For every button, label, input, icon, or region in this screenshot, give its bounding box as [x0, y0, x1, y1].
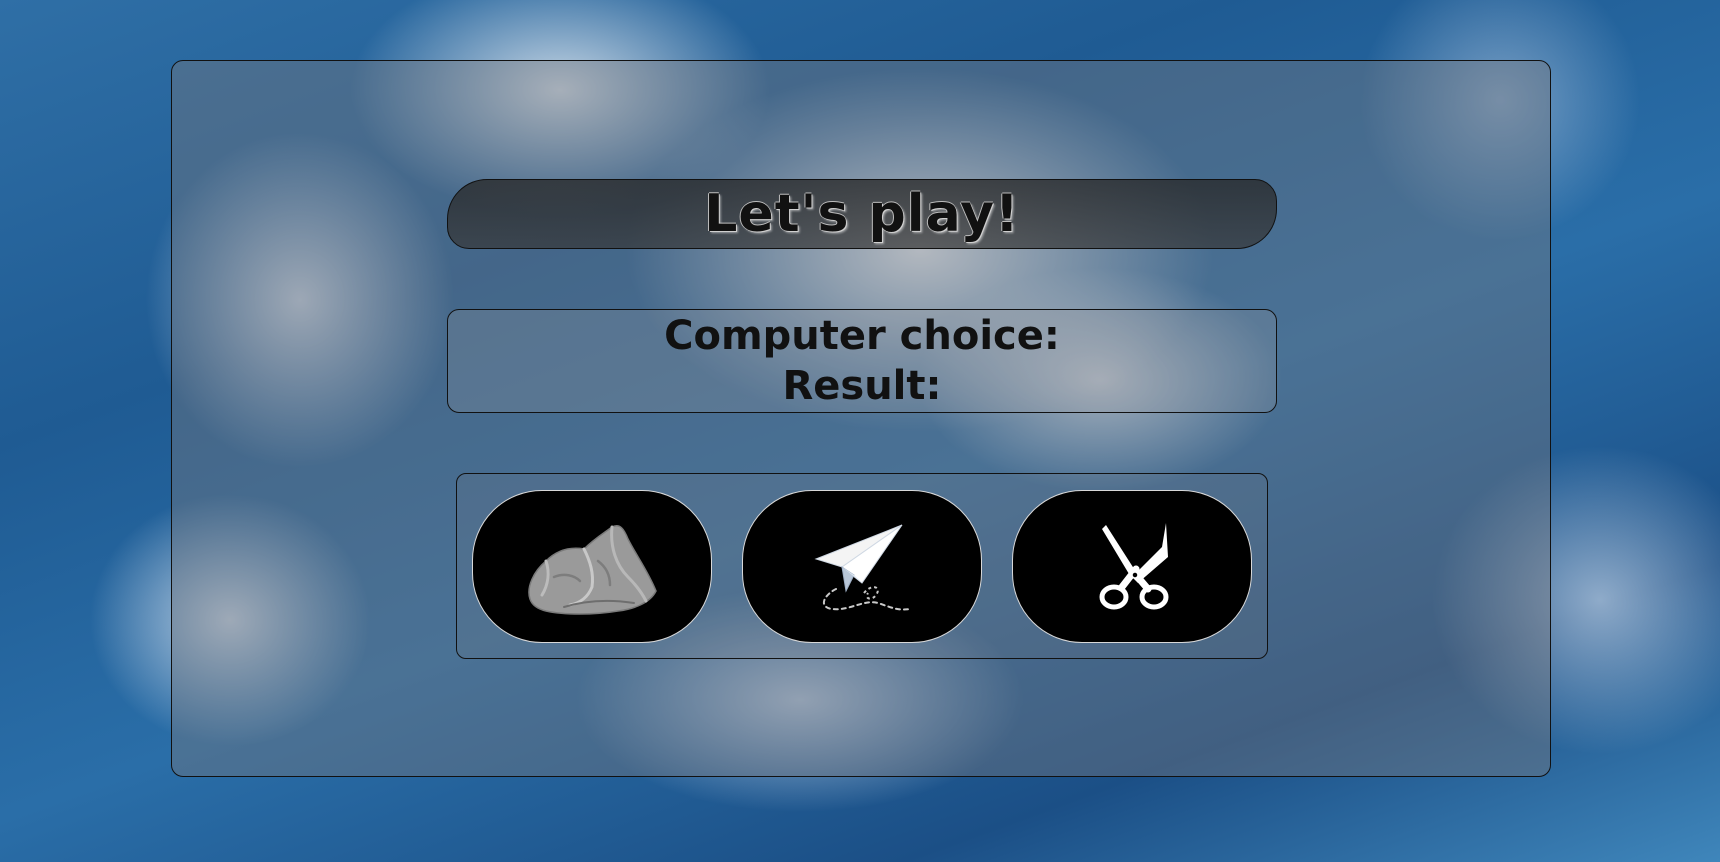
title-banner: Let's play! — [447, 179, 1277, 249]
page-title: Let's play! — [704, 184, 1020, 244]
status-panel: Computer choice: Result: — [447, 309, 1277, 413]
rock-button[interactable] — [472, 490, 712, 643]
paper-button[interactable] — [742, 490, 982, 643]
game-panel — [171, 60, 1551, 777]
rock-icon — [524, 517, 660, 617]
scissors-button[interactable] — [1012, 490, 1252, 643]
choices-panel — [456, 473, 1268, 659]
paper-plane-icon — [802, 517, 922, 617]
scissors-icon — [1082, 517, 1182, 617]
computer-choice-label: Computer choice: — [664, 313, 1060, 359]
result-label: Result: — [782, 363, 942, 409]
